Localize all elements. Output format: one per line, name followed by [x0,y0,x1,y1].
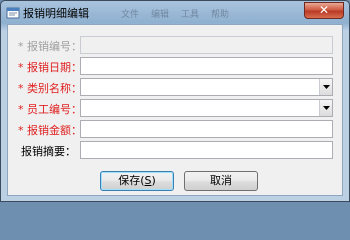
save-label: 保存( [118,174,145,187]
label-text: 报销金额： [27,124,82,137]
required-mark: * [18,40,24,53]
save-suffix: ) [151,174,156,187]
label-text: 类别名称： [27,82,82,95]
field-row-expense-number: * 报销编号： [8,35,344,57]
category-name-value[interactable] [81,82,332,99]
expense-date-field[interactable] [80,57,333,78]
expense-number-field [80,36,333,57]
field-row-expense-summary: 报销摘要： [8,140,344,162]
label-text: 报销日期： [27,61,82,74]
category-name-select[interactable] [80,78,333,99]
cancel-label: 取消 [210,174,232,187]
window-title: 报销明细编辑 [23,7,89,20]
required-mark: * [18,61,24,74]
field-row-expense-date: * 报销日期： [8,56,344,78]
expense-number-input [81,40,332,57]
expense-number-label: * 报销编号： [18,38,82,54]
expense-amount-input[interactable] [81,124,332,141]
label-text: 报销编号： [27,40,82,53]
employee-dropdown-button[interactable] [319,100,332,116]
chevron-down-icon [323,106,330,110]
employee-number-select[interactable] [80,99,333,120]
required-mark: * [18,124,24,137]
edit-dialog-window: 报销明细编辑 文件 编辑 工具 帮助 ✕ * 报销编号： * 报销日期： * 类… [0,0,350,202]
label-text: 员工编号： [27,103,82,116]
field-row-category-name: * 类别名称： [8,77,344,99]
expense-summary-field[interactable] [80,141,333,162]
close-icon: ✕ [318,3,330,17]
chevron-down-icon [323,85,330,89]
title-bar[interactable]: 报销明细编辑 文件 编辑 工具 帮助 ✕ [1,1,349,23]
form-panel: * 报销编号： * 报销日期： * 类别名称： * 员工编号： * 报销金额： … [7,24,343,196]
employee-number-label: * 员工编号： [18,101,82,117]
expense-date-label: * 报销日期： [18,59,82,75]
field-row-employee-number: * 员工编号： [8,98,344,120]
category-name-label: * 类别名称： [18,80,82,96]
expense-summary-label: 报销摘要： [21,145,76,158]
close-button[interactable]: ✕ [304,2,344,19]
category-dropdown-button[interactable] [319,79,332,95]
expense-amount-field[interactable] [80,120,333,141]
background-text: 编辑 [151,10,170,20]
required-mark: * [18,103,24,116]
background-text: 文件 [121,10,140,20]
field-row-expense-amount: * 报销金额： [8,119,344,141]
expense-amount-label: * 报销金额： [18,122,82,138]
expense-date-input[interactable] [81,61,332,78]
background-text: 工具 [181,10,200,20]
employee-number-value[interactable] [81,103,332,120]
save-button[interactable]: 保存(S) [100,171,174,191]
form-icon [6,5,20,19]
cancel-button[interactable]: 取消 [184,171,258,191]
required-mark: * [18,82,24,95]
expense-summary-input[interactable] [81,145,332,162]
background-text: 帮助 [211,10,230,20]
